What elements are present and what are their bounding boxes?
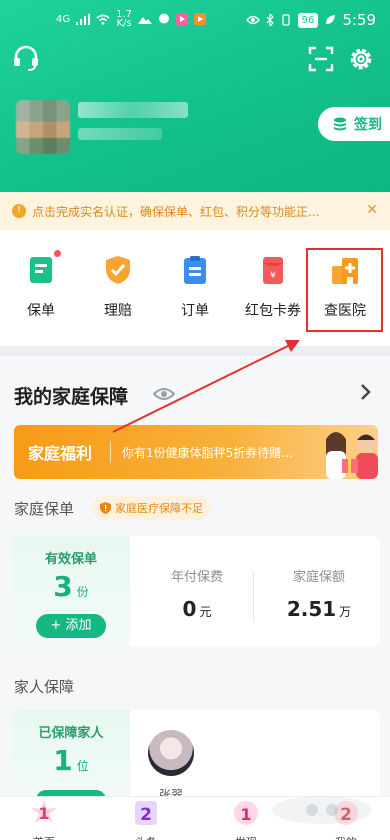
net-speed: 1.7 K/s [116, 10, 132, 29]
valid-policies-count: 3份 [12, 570, 130, 603]
annual-premium-number: 0 [182, 597, 197, 621]
card-divider [253, 572, 254, 622]
mountain-icon [138, 17, 153, 24]
valid-policies-number: 3 [53, 570, 73, 603]
checkin-button[interactable]: 签到 [318, 107, 390, 141]
banner-text: 你有1份健康体脂秤5折券待赠... [122, 446, 293, 460]
leaf-icon [326, 15, 336, 24]
new-dot [54, 250, 61, 257]
checkin-label: 签到 [354, 117, 382, 133]
covered-members-number: 1 [53, 744, 73, 777]
clock: 5:59 [342, 11, 376, 29]
banner-divider [110, 441, 111, 463]
watermark-logo [272, 796, 372, 824]
family-policy-label: 家庭保单 [14, 500, 75, 518]
net-speed-unit: K/s [116, 18, 132, 29]
headlines-icon: 2 [135, 801, 157, 825]
nav-label: 头条 [106, 834, 186, 840]
family-policy-card[interactable]: 有效保单 3份 + 添加 年付保费 0元 家庭保额 2.51 万 [12, 536, 380, 646]
play-icon [176, 13, 189, 25]
annual-premium-unit: 元 [199, 605, 212, 619]
chat-bubble-icon [159, 13, 170, 24]
home-icon: 1 [31, 800, 57, 823]
order-clipboard-icon [179, 254, 211, 286]
nav-label: 发现 [206, 834, 286, 840]
coins-icon [334, 117, 346, 131]
gear-icon[interactable] [348, 46, 374, 72]
annual-premium: 年付保费 0元 [142, 536, 252, 621]
shield-warning-icon [100, 502, 111, 514]
headset-icon[interactable] [12, 44, 40, 72]
nav-home[interactable]: 1 首页 [4, 797, 84, 840]
section-title: 我的家庭保障 [14, 386, 129, 408]
menu-item-red-packet[interactable]: ¥ 红包卡券 [238, 254, 308, 320]
battery-icon: 96 [297, 12, 319, 28]
section-divider [0, 346, 390, 356]
policy-icon [25, 250, 61, 286]
wifi-icon [96, 14, 110, 25]
warning-text: 家庭医疗保障不足 [115, 502, 203, 515]
valid-policies-label: 有效保单 [44, 552, 97, 567]
coverage-value: 2.51 万 [264, 597, 374, 621]
menu-label: 红包卡券 [245, 303, 301, 319]
coverage-warning-badge[interactable]: 家庭医疗保障不足 [92, 496, 211, 520]
valid-policies-unit: 份 [76, 585, 89, 599]
signal-text: 4G [56, 13, 71, 25]
menu-item-order[interactable]: 订单 [160, 254, 230, 320]
covered-members-unit: 位 [76, 759, 89, 773]
annual-premium-label: 年付保费 [170, 570, 223, 585]
svg-text:¥: ¥ [270, 271, 276, 281]
member-avatar[interactable] [148, 730, 194, 776]
eye-status-icon [245, 15, 260, 25]
verification-notice[interactable]: ! 点击完成实名认证，确保保单、红包、积分等功能正... ✕ [0, 192, 390, 230]
status-left: 4G 1.7 K/s [56, 10, 207, 29]
status-right: 96 5:59 [245, 11, 376, 29]
discover-icon: 1 [234, 801, 258, 825]
bluetooth-icon [266, 14, 274, 26]
valid-policies-panel: 有效保单 3份 + 添加 [12, 536, 130, 646]
covered-members-panel: 已保障家人 1位 [12, 710, 130, 810]
family-members-label: 家人保障 [14, 678, 75, 696]
nav-headlines[interactable]: 2 头条 [106, 797, 186, 840]
eye-icon[interactable] [153, 386, 175, 402]
vibrate-icon [281, 14, 290, 26]
nav-label: 我的 [306, 834, 386, 840]
coverage-number: 2.51 [286, 597, 337, 621]
user-name-blurred [78, 102, 188, 118]
info-icon: ! [12, 204, 26, 218]
menu-label: 订单 [181, 303, 209, 319]
family-coverage: 家庭保额 2.51 万 [264, 536, 374, 621]
menu-label: 理赔 [104, 303, 132, 319]
coverage-unit: 万 [339, 605, 352, 619]
annual-premium-value: 0元 [142, 597, 252, 621]
family-welfare-banner[interactable]: 家庭福利 你有1份健康体脂秤5折券待赠... [14, 425, 378, 479]
covered-members-label: 已保障家人 [38, 726, 104, 741]
nav-label: 首页 [4, 834, 84, 840]
red-packet-icon: ¥ [257, 254, 289, 286]
menu-item-claim[interactable]: 理赔 [83, 254, 153, 320]
app-icon [194, 13, 207, 25]
nav-badge: 1 [240, 805, 251, 824]
banner-title: 家庭福利 [28, 444, 93, 463]
close-icon[interactable]: ✕ [366, 202, 378, 218]
menu-label: 保单 [27, 303, 55, 319]
claim-shield-icon [102, 254, 134, 286]
family-illustration [326, 432, 378, 479]
highlight-box [306, 248, 383, 332]
status-bar: 4G 1.7 K/s 96 5:59 [0, 0, 390, 38]
signal-icon [76, 13, 91, 25]
avatar[interactable] [16, 100, 70, 154]
family-protection-section: 我的家庭保障 家庭福利 你有1份健康体脂秤5折券待赠... 家庭保单 家庭医疗保… [0, 356, 390, 810]
nav-badge: 2 [140, 805, 152, 825]
add-policy-button[interactable]: + 添加 [36, 614, 106, 638]
coverage-label: 家庭保额 [292, 570, 345, 585]
notice-text: 点击完成实名认证，确保保单、红包、积分等功能正... [32, 204, 320, 219]
user-info-blurred [78, 128, 162, 140]
profile-header: 4G 1.7 K/s 96 5:59 签到 [0, 0, 390, 192]
covered-members-count: 1位 [12, 744, 130, 777]
scan-icon[interactable] [308, 46, 334, 72]
chevron-right-icon[interactable] [358, 383, 372, 401]
menu-item-policy[interactable]: 保单 [6, 250, 76, 320]
nav-badge: 1 [38, 804, 49, 823]
